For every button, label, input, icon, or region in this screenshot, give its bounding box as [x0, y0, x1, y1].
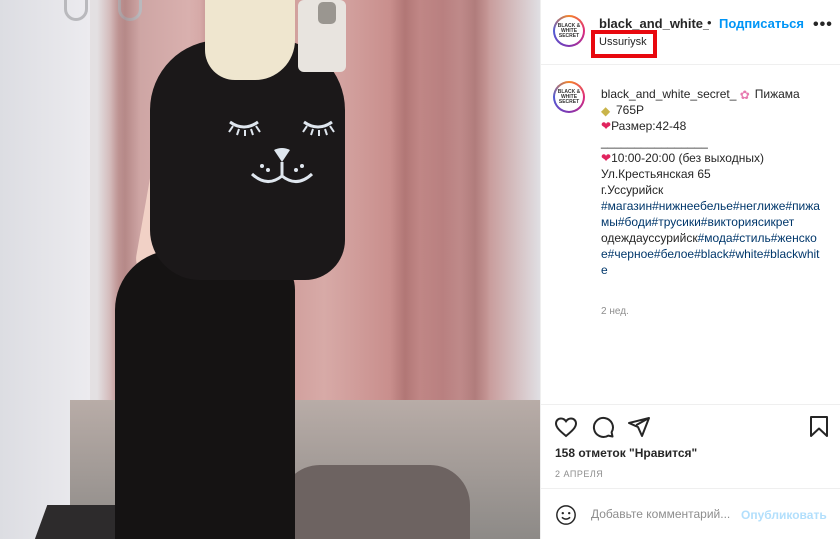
avatar-logo: BLACK & WHITE SECRET	[555, 17, 583, 45]
caption-avatar[interactable]: BLACK & WHITE SECRET	[553, 81, 585, 113]
caption-plain-text: одеждауссурийск	[601, 231, 698, 245]
hashtag-links[interactable]: #магазин#нижнеебелье#неглиже#пижамы#боди…	[601, 198, 821, 230]
location-link[interactable]: Ussuriysk	[591, 30, 657, 58]
more-options-icon[interactable]: •••	[813, 16, 833, 34]
heart-icon: ❤	[601, 119, 612, 133]
separator-dot: •	[707, 15, 712, 30]
heart-outline-icon[interactable]	[554, 415, 578, 439]
caption-size: Размер:42-48	[611, 119, 687, 133]
phone-camera	[318, 2, 336, 24]
caption-divider: ________________	[601, 135, 708, 149]
hair	[205, 0, 295, 80]
publish-button[interactable]: Опубликовать	[741, 508, 827, 522]
caption-price: 765Р	[616, 103, 645, 117]
ottoman	[280, 465, 470, 539]
likes-count[interactable]: 158 отметок "Нравится"	[555, 446, 697, 460]
caption-username[interactable]: black_and_white_secret_	[601, 87, 736, 101]
avatar[interactable]: BLACK & WHITE SECRET	[553, 15, 585, 47]
comment-bar: Опубликовать	[541, 488, 840, 540]
caption-title: Пижама	[754, 87, 800, 101]
cat-face-print	[228, 120, 335, 183]
action-bar	[541, 404, 840, 445]
caption-text: black_and_white_secret_ ✿ Пижама ◆ 765Р ❤Р…	[601, 86, 821, 278]
curtain-fold	[460, 0, 490, 430]
caption-address: Ул.Крестьянская 65	[601, 167, 711, 181]
post-header: BLACK & WHITE SECRET black_and_white_sec…	[541, 0, 840, 65]
flower-icon: ✿	[739, 88, 750, 102]
caption-city: г.Уссурийск	[601, 183, 664, 197]
smiley-icon[interactable]	[555, 504, 577, 526]
pajama-pants	[115, 250, 295, 539]
post-photo[interactable]	[0, 0, 540, 539]
price-tag-icon: ◆	[601, 104, 611, 118]
paper-plane-icon[interactable]	[627, 415, 651, 439]
post-username[interactable]: black_and_white_secret_	[599, 16, 709, 31]
caption-hours: 10:00-20:00 (без выходных)	[611, 151, 764, 165]
caption-area: BLACK & WHITE SECRET black_and_white_sec…	[541, 64, 840, 404]
post-date: 2 АПРЕЛЯ	[555, 469, 604, 479]
shirt-print	[222, 108, 337, 203]
comment-bubble-icon[interactable]	[591, 415, 615, 439]
curtain-fold	[390, 0, 420, 430]
post-side-panel: BLACK & WHITE SECRET black_and_white_sec…	[540, 0, 840, 539]
heart-icon: ❤	[601, 151, 612, 165]
bookmark-icon[interactable]	[807, 415, 831, 439]
comment-input[interactable]	[591, 503, 741, 525]
follow-button[interactable]: Подписаться	[719, 16, 804, 31]
post-time-ago: 2 нед.	[601, 306, 629, 317]
avatar-logo: BLACK & WHITE SECRET	[555, 83, 583, 111]
